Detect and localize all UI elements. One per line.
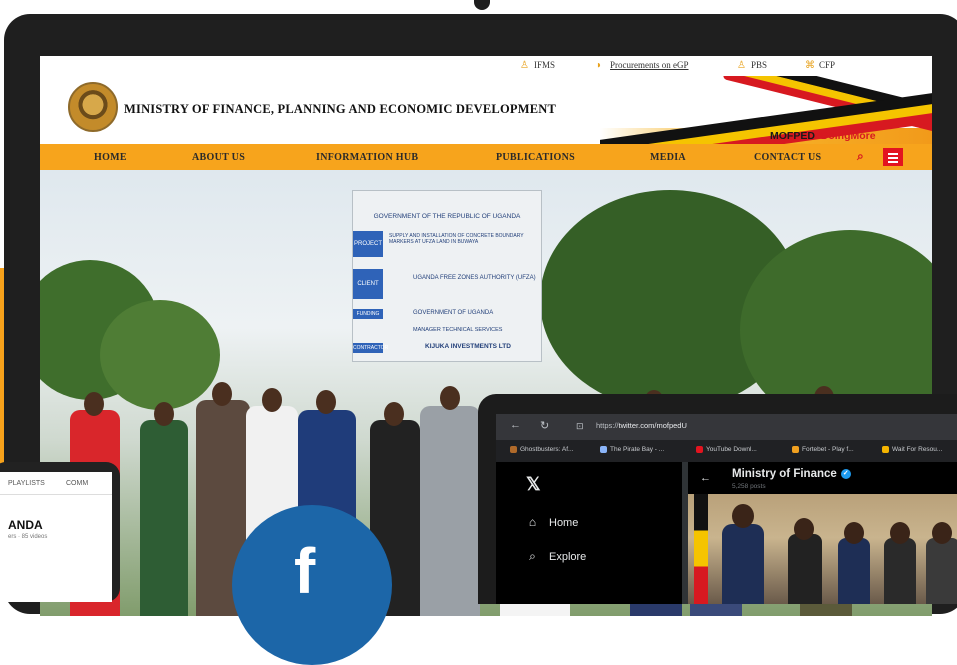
facebook-f-icon: f <box>294 535 316 607</box>
channel-subtitle: ers · 85 videos <box>8 534 48 540</box>
nav-publications[interactable]: PUBLICATIONS <box>496 152 575 163</box>
main-nav: HOME ABOUT US INFORMATION HUB PUBLICATIO… <box>40 144 932 170</box>
browser-window: ← ↻ ⊡ https://twitter.com/mofpedU Ghostb… <box>496 414 957 604</box>
hashtag-banner: MOFPED#DoingMore <box>770 130 876 142</box>
address-bar: ← ↻ ⊡ https://twitter.com/mofpedU <box>496 414 957 440</box>
twitter-profile: ← Ministry of Finance ✓ 5,258 posts <box>688 462 957 604</box>
verified-badge-icon: ✓ <box>840 469 851 479</box>
twitter-sidebar: 𝕏 ⌂ Home ⌕ Explore <box>496 462 684 604</box>
x-logo-icon[interactable]: 𝕏 <box>526 474 541 495</box>
bookmark-favicon-icon <box>882 446 889 453</box>
bookmark-wait-for-resources[interactable]: Wait For Resou... <box>882 446 942 453</box>
tab-playlists[interactable]: PLAYLISTS <box>8 480 45 487</box>
handshake-icon: ◗ <box>596 59 603 71</box>
sidebar-item-home[interactable]: ⌂ Home <box>526 516 578 529</box>
ifms-link[interactable]: ♙ IFMS <box>520 60 555 70</box>
ministry-title: MINISTRY OF FINANCE, PLANNING AND ECONOM… <box>124 102 557 116</box>
bookmarks-bar: Ghostbusters: Af... The Pirate Bay - ...… <box>496 440 957 463</box>
procurements-egp-link[interactable]: ◗ Procurements on eGP <box>596 60 689 70</box>
tablet-youtube: PLAYLISTS COMM ANDA ers · 85 videos <box>0 462 120 602</box>
back-arrow-icon[interactable]: ← <box>700 472 711 484</box>
back-arrow-icon[interactable]: ← <box>510 419 521 431</box>
cfp-link[interactable]: ⌘ CFP <box>805 60 835 70</box>
users-icon: ♙ <box>520 59 529 71</box>
posts-count: 5,258 posts <box>732 483 766 490</box>
browser-twitter: ← ↻ ⊡ https://twitter.com/mofpedU Ghostb… <box>478 394 957 604</box>
coat-of-arms-logo[interactable] <box>68 82 118 132</box>
tab-community[interactable]: COMM <box>66 480 88 487</box>
utility-bar: ♙ IFMS ◗ Procurements on eGP ♙ PBS ⌘ CFP <box>40 56 932 76</box>
bookmark-favicon-icon <box>696 446 703 453</box>
profile-name: Ministry of Finance ✓ <box>732 468 851 480</box>
nav-home[interactable]: HOME <box>94 152 127 163</box>
hamburger-menu-icon[interactable] <box>883 148 903 166</box>
nav-information-hub[interactable]: INFORMATION HUB <box>316 152 418 163</box>
search-icon: ⌕ <box>529 549 536 563</box>
bookmark-youtube-downloader[interactable]: YouTube Downl... <box>696 446 757 453</box>
reload-icon[interactable]: ↻ <box>540 419 549 432</box>
bookmark-fortebet[interactable]: Fortebet - Play f... <box>792 446 854 453</box>
bookmark-ghostbusters[interactable]: Ghostbusters: Af... <box>510 446 573 453</box>
sidebar-item-explore[interactable]: ⌕ Explore <box>526 550 586 563</box>
bookmark-favicon-icon <box>600 446 607 453</box>
nav-about-us[interactable]: ABOUT US <box>192 152 245 163</box>
bookmark-favicon-icon <box>792 446 799 453</box>
users-icon: ♙ <box>737 59 746 71</box>
home-icon: ⌂ <box>528 515 537 529</box>
search-icon[interactable]: ⌕ <box>857 149 864 164</box>
grid-icon: ⌘ <box>805 59 815 71</box>
site-info-icon[interactable]: ⊡ <box>576 421 584 432</box>
channel-title: ANDA <box>8 518 43 532</box>
nav-contact-us[interactable]: CONTACT US <box>754 152 821 163</box>
bookmark-favicon-icon <box>510 446 517 453</box>
url-field[interactable]: https://twitter.com/mofpedU <box>596 421 687 430</box>
project-signboard: GOVERNMENT OF THE REPUBLIC OF UGANDA PRO… <box>352 190 542 362</box>
nav-media[interactable]: MEDIA <box>650 152 686 163</box>
bookmark-pirate-bay[interactable]: The Pirate Bay - ... <box>600 446 664 453</box>
tab-divider <box>0 494 112 495</box>
youtube-channel-screen: PLAYLISTS COMM ANDA ers · 85 videos <box>0 472 112 602</box>
pbs-link[interactable]: ♙ PBS <box>737 60 767 70</box>
